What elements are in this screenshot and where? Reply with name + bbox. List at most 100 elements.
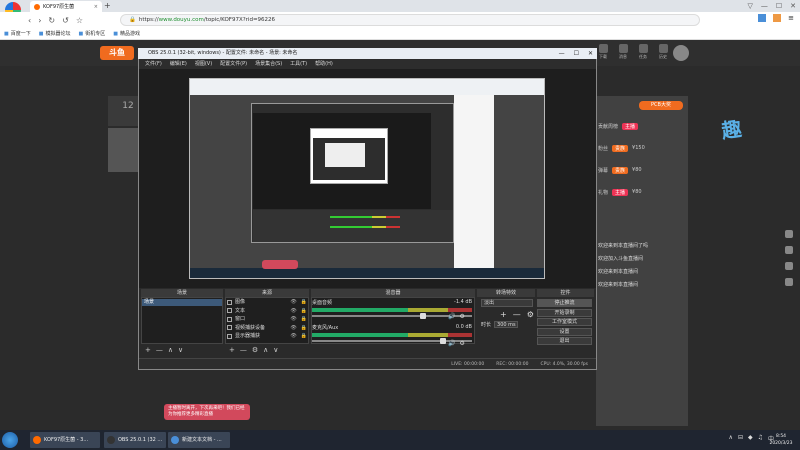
side-button[interactable] <box>785 262 793 270</box>
remove-source-button[interactable]: — <box>240 345 247 355</box>
stop-streaming-button[interactable]: 停止推流 <box>537 299 592 307</box>
task-icon[interactable]: 任务 <box>637 44 649 60</box>
douyu-logo[interactable]: 斗鱼 <box>100 46 134 60</box>
tray-expand-icon[interactable]: ∧ <box>729 434 733 443</box>
bookmark-item[interactable]: 模拟器论坛 <box>39 30 70 37</box>
reload-icon[interactable]: ↻ <box>48 16 55 25</box>
obs-menu-item[interactable]: 编辑(E) <box>170 59 187 69</box>
source-type-icon <box>227 299 232 305</box>
speaker-icon[interactable]: 🔊 <box>448 340 455 347</box>
browser-tab[interactable]: KOF97原生菌 × <box>30 1 102 12</box>
source-item[interactable]: 视频捕获设备 👁 🔒 <box>227 324 307 332</box>
move-down-button[interactable]: ∨ <box>273 345 278 355</box>
obs-menu-item[interactable]: 工具(T) <box>290 59 307 69</box>
eye-icon[interactable]: 👁 <box>290 324 296 332</box>
streamer-thumbnail[interactable] <box>108 128 138 172</box>
transition-select[interactable]: 淡出 <box>481 299 533 307</box>
taskbar-task[interactable]: KOF97原生菌 - 3... <box>30 432 100 448</box>
lock-icon[interactable]: 🔒 <box>301 307 307 315</box>
undo-icon[interactable]: ↺ <box>62 16 69 25</box>
forward-icon[interactable]: › <box>38 16 41 25</box>
bookmark-item[interactable]: 街机专区 <box>79 30 105 37</box>
source-item[interactable]: 图像 👁 🔒 <box>227 298 307 306</box>
speaker-icon[interactable]: 🔊 <box>448 313 455 320</box>
studio-mode-button[interactable]: 工作室模式 <box>537 318 592 326</box>
settings-button[interactable]: 设置 <box>537 327 592 336</box>
volume-slider-knob[interactable] <box>440 338 446 344</box>
bookmark-item[interactable]: 精品游戏 <box>113 30 140 37</box>
remove-transition-button[interactable]: — <box>513 310 521 319</box>
rank-row[interactable]: 弹幕 贵族 ¥80 <box>598 164 686 176</box>
add-source-button[interactable]: + <box>229 345 235 355</box>
maximize-icon[interactable]: ☐ <box>776 2 782 10</box>
rank-row[interactable]: 礼物 主播 ¥80 <box>598 186 686 198</box>
lock-icon[interactable]: 🔒 <box>301 332 307 340</box>
move-down-button[interactable]: ∨ <box>178 345 183 355</box>
lock-icon[interactable]: 🔒 <box>301 315 307 323</box>
eye-icon[interactable]: 👁 <box>290 298 296 306</box>
apps-icon[interactable] <box>758 14 767 22</box>
eye-icon[interactable]: 👁 <box>290 307 296 315</box>
side-button[interactable] <box>785 278 793 286</box>
gear-icon[interactable]: ⚙ <box>459 313 464 320</box>
obs-maximize-icon[interactable]: ☐ <box>574 48 579 59</box>
start-button[interactable] <box>2 432 18 448</box>
minimize-icon[interactable]: — <box>761 2 768 10</box>
side-button[interactable] <box>785 230 793 238</box>
user-avatar[interactable] <box>673 45 689 61</box>
duration-input[interactable]: 300 ms <box>494 321 519 328</box>
obs-menu-item[interactable]: 视图(V) <box>195 59 212 69</box>
start-recording-button[interactable]: 开始录制 <box>537 308 592 317</box>
add-scene-button[interactable]: + <box>145 345 151 355</box>
remove-scene-button[interactable]: — <box>156 345 163 355</box>
close-icon[interactable]: ✕ <box>790 2 796 10</box>
obs-menu-item[interactable]: 场景集合(S) <box>255 59 282 69</box>
obs-menu-item[interactable]: 帮助(H) <box>315 59 333 69</box>
gear-icon[interactable]: ⚙ <box>459 340 464 347</box>
menu-icon[interactable]: ▽ <box>747 2 752 10</box>
security-icon[interactable]: ◆ <box>748 434 753 443</box>
eye-icon[interactable]: 👁 <box>290 332 296 340</box>
lock-icon[interactable]: 🔒 <box>301 298 307 306</box>
taskbar-task[interactable]: OBS 25.0.1 (32 ... <box>104 432 166 448</box>
bookmark-item[interactable]: 百度一下 <box>4 30 31 37</box>
new-tab-button[interactable]: + <box>104 1 112 11</box>
address-bar[interactable]: 🔒 https://www.douyu.com/topic/KOF97X?rid=… <box>120 14 700 26</box>
tab-close-icon[interactable]: × <box>94 4 98 10</box>
volume-slider-knob[interactable] <box>420 313 426 319</box>
download-icon[interactable]: 下载 <box>597 44 609 60</box>
transition-settings-icon[interactable]: ⚙ <box>527 310 534 319</box>
obs-menu-item[interactable]: 文件(F) <box>145 59 162 69</box>
source-label: 文本 <box>235 307 246 314</box>
chat-line: 欢迎来到本直播间了吗 <box>598 243 649 249</box>
obs-close-icon[interactable]: ✕ <box>588 48 593 59</box>
history-icon[interactable]: 历史 <box>657 44 669 60</box>
move-up-button[interactable]: ∧ <box>263 345 268 355</box>
source-item[interactable]: 文本 👁 🔒 <box>227 307 307 315</box>
message-icon[interactable]: 消息 <box>617 44 629 60</box>
pcb-badge[interactable]: PCB大奖 <box>639 101 683 110</box>
source-settings-button[interactable]: ⚙ <box>252 345 258 355</box>
add-transition-button[interactable]: + <box>500 310 507 319</box>
taskbar-task[interactable]: 新建文本文档 - ... <box>168 432 230 448</box>
volume-icon[interactable]: ♫ <box>758 434 763 443</box>
obs-menu-item[interactable]: 配置文件(P) <box>220 59 247 69</box>
rank-row[interactable]: 粉丝 贵族 ¥150 <box>598 142 686 154</box>
exit-button[interactable]: 退出 <box>537 337 592 345</box>
move-up-button[interactable]: ∧ <box>168 345 173 355</box>
menu-lines-icon[interactable]: ≡ <box>788 14 794 22</box>
back-icon[interactable]: ‹ <box>28 16 31 25</box>
bookmark-star-icon[interactable]: ☆ <box>76 16 83 25</box>
lock-icon[interactable]: 🔒 <box>301 324 307 332</box>
side-button[interactable] <box>785 246 793 254</box>
network-icon[interactable]: ⊟ <box>738 434 743 443</box>
url-path: /topic/KOF97X?rid=96226 <box>203 17 276 23</box>
rank-row[interactable]: 贡献周榜 主播 <box>598 120 686 132</box>
source-item[interactable]: 窗口 👁 🔒 <box>227 315 307 323</box>
obs-minimize-icon[interactable]: — <box>559 48 565 59</box>
extension-icon[interactable] <box>773 14 782 22</box>
scene-item[interactable]: 场景 <box>142 299 222 306</box>
eye-icon[interactable]: 👁 <box>290 315 296 323</box>
source-item[interactable]: 显示器捕获 👁 🔒 <box>227 332 307 340</box>
obs-status-bar: LIVE: 00:00:00 REC: 00:00:00 CPU: 4.0%, … <box>139 358 596 369</box>
